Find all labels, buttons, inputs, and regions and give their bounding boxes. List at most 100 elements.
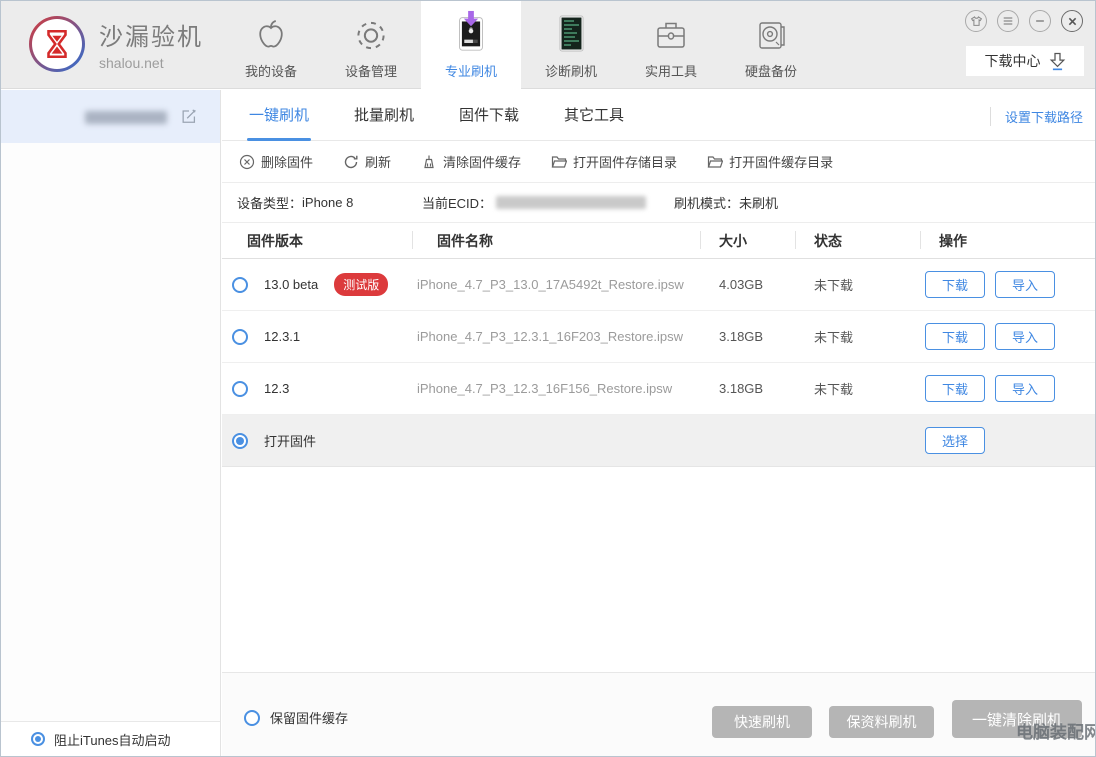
col-actions: 操作 — [920, 231, 1095, 251]
open-firmware-cache-dir-button[interactable]: 打开固件缓存目录 — [707, 152, 833, 171]
firmware-filename: iPhone_4.7_P3_12.3_16F156_Restore.ipsw — [417, 381, 672, 396]
tool-label: 清除固件缓存 — [443, 152, 521, 171]
clear-firmware-cache-button[interactable]: 清除固件缓存 — [421, 152, 521, 171]
one-key-clear-flash-button[interactable]: 一键清除刷机 — [952, 700, 1082, 738]
col-firmware-version: 固件版本 — [222, 231, 412, 251]
nav-disk-backup[interactable]: 硬盘备份 — [721, 1, 821, 89]
circle-x-icon — [239, 154, 255, 170]
open-firmware-radio[interactable] — [232, 433, 248, 449]
main-nav: 我的设备 设备管理 — [221, 1, 821, 89]
download-center-label: 下载中心 — [985, 51, 1041, 71]
tool-label: 刷新 — [365, 152, 391, 171]
table-row: 12.3 iPhone_4.7_P3_12.3_16F156_Restore.i… — [222, 363, 1095, 415]
col-size: 大小 — [700, 231, 795, 251]
toolbar: 删除固件 刷新 清除固 — [222, 141, 1095, 183]
download-arrow-icon — [1049, 51, 1066, 71]
firmware-radio[interactable] — [232, 381, 248, 397]
ecid-label: 当前ECID： — [422, 193, 492, 212]
open-firmware-row: 打开固件 选择 — [222, 415, 1095, 467]
nav-label: 设备管理 — [345, 61, 397, 80]
block-itunes-radio[interactable] — [31, 732, 45, 746]
footer-bar: 保留固件缓存 快速刷机 保资料刷机 一键清除刷机 电脑装配网 — [222, 672, 1095, 756]
nav-my-devices[interactable]: 我的设备 — [221, 1, 321, 89]
keep-cache-option[interactable]: 保留固件缓存 — [244, 708, 348, 727]
open-firmware-storage-dir-button[interactable]: 打开固件存储目录 — [551, 152, 677, 171]
app-window: 沙漏验机 shalou.net 我的设备 — [0, 0, 1096, 757]
import-button[interactable]: 导入 — [995, 375, 1055, 402]
set-download-path-link[interactable]: 设置下载路径 — [990, 107, 1083, 126]
firmware-filename: iPhone_4.7_P3_12.3.1_16F203_Restore.ipsw — [417, 329, 683, 344]
menu-button[interactable] — [997, 10, 1019, 32]
nav-professional-flash[interactable]: 专业刷机 — [421, 1, 521, 89]
theme-button[interactable] — [965, 10, 987, 32]
refresh-button[interactable]: 刷新 — [343, 152, 391, 171]
block-itunes-option[interactable]: 阻止iTunes自动启动 — [1, 721, 220, 756]
download-button[interactable]: 下载 — [925, 323, 985, 350]
tab-firmware-download[interactable]: 固件下载 — [459, 90, 519, 141]
firmware-size: 3.18GB — [700, 329, 795, 344]
table-row: 13.0 beta 测试版 iPhone_4.7_P3_13.0_17A5492… — [222, 259, 1095, 311]
tool-label: 打开固件缓存目录 — [729, 152, 833, 171]
ecid-value-redacted — [496, 196, 646, 209]
flash-mode-label: 刷机模式： — [674, 193, 739, 212]
gear-icon — [352, 10, 390, 54]
nav-label: 硬盘备份 — [745, 61, 797, 80]
choose-firmware-button[interactable]: 选择 — [925, 427, 985, 454]
tab-bar: 一键刷机 批量刷机 固件下载 其它工具 设置下载路径 — [222, 90, 1095, 141]
minimize-button[interactable] — [1029, 10, 1051, 32]
device-name-redacted — [85, 111, 167, 124]
col-firmware-name: 固件名称 — [412, 231, 700, 251]
download-button[interactable]: 下载 — [925, 375, 985, 402]
keep-cache-radio[interactable] — [244, 710, 260, 726]
brush-icon — [421, 154, 437, 170]
firmware-radio[interactable] — [232, 329, 248, 345]
beta-badge: 测试版 — [334, 273, 388, 296]
download-button[interactable]: 下载 — [925, 271, 985, 298]
fast-flash-button[interactable]: 快速刷机 — [712, 706, 812, 738]
nav-label: 我的设备 — [245, 61, 297, 80]
nav-label: 诊断刷机 — [545, 61, 597, 80]
firmware-version: 12.3.1 — [264, 329, 300, 344]
firmware-radio[interactable] — [232, 277, 248, 293]
app-title: 沙漏验机 — [99, 17, 203, 52]
sidebar-device-item[interactable] — [1, 90, 220, 143]
keep-data-flash-button[interactable]: 保资料刷机 — [829, 706, 934, 738]
firmware-version: 13.0 beta — [264, 277, 318, 292]
table-header: 固件版本 固件名称 大小 状态 操作 — [222, 223, 1095, 259]
download-center-button[interactable]: 下载中心 — [966, 46, 1084, 76]
close-button[interactable] — [1061, 10, 1083, 32]
header: 沙漏验机 shalou.net 我的设备 — [1, 1, 1095, 89]
nav-device-management[interactable]: 设备管理 — [321, 1, 421, 89]
sidebar: 阻止iTunes自动启动 — [1, 90, 221, 756]
firmware-status: 未下载 — [795, 379, 920, 398]
device-info-row: 设备类型： iPhone 8 当前ECID： 刷机模式： 未刷机 — [222, 183, 1095, 223]
edit-device-name-icon[interactable] — [180, 107, 198, 125]
app-subtitle: shalou.net — [99, 55, 203, 71]
device-type-label: 设备类型： — [237, 193, 302, 212]
refresh-icon — [343, 154, 359, 170]
nav-diagnostic-flash[interactable]: 诊断刷机 — [521, 1, 621, 89]
flash-mode-value: 未刷机 — [739, 193, 778, 212]
nav-utilities[interactable]: 实用工具 — [621, 1, 721, 89]
firmware-size: 4.03GB — [700, 277, 795, 292]
terminal-device-icon — [551, 10, 591, 54]
flash-device-icon — [449, 10, 493, 54]
import-button[interactable]: 导入 — [995, 271, 1055, 298]
delete-firmware-button[interactable]: 删除固件 — [239, 152, 313, 171]
disk-backup-icon — [751, 10, 791, 54]
firmware-filename: iPhone_4.7_P3_13.0_17A5492t_Restore.ipsw — [417, 277, 684, 292]
nav-label: 实用工具 — [645, 61, 697, 80]
firmware-status: 未下载 — [795, 275, 920, 294]
block-itunes-label: 阻止iTunes自动启动 — [54, 730, 171, 749]
content-spacer — [222, 467, 1095, 672]
firmware-status: 未下载 — [795, 327, 920, 346]
toolbox-icon — [651, 10, 691, 54]
import-button[interactable]: 导入 — [995, 323, 1055, 350]
folder-icon — [707, 154, 723, 170]
table-row: 12.3.1 iPhone_4.7_P3_12.3.1_16F203_Resto… — [222, 311, 1095, 363]
folder-icon — [551, 154, 567, 170]
device-type-value: iPhone 8 — [302, 195, 353, 210]
tab-batch-flash[interactable]: 批量刷机 — [354, 90, 414, 141]
tab-other-tools[interactable]: 其它工具 — [564, 90, 624, 141]
tab-one-key-flash[interactable]: 一键刷机 — [249, 90, 309, 141]
